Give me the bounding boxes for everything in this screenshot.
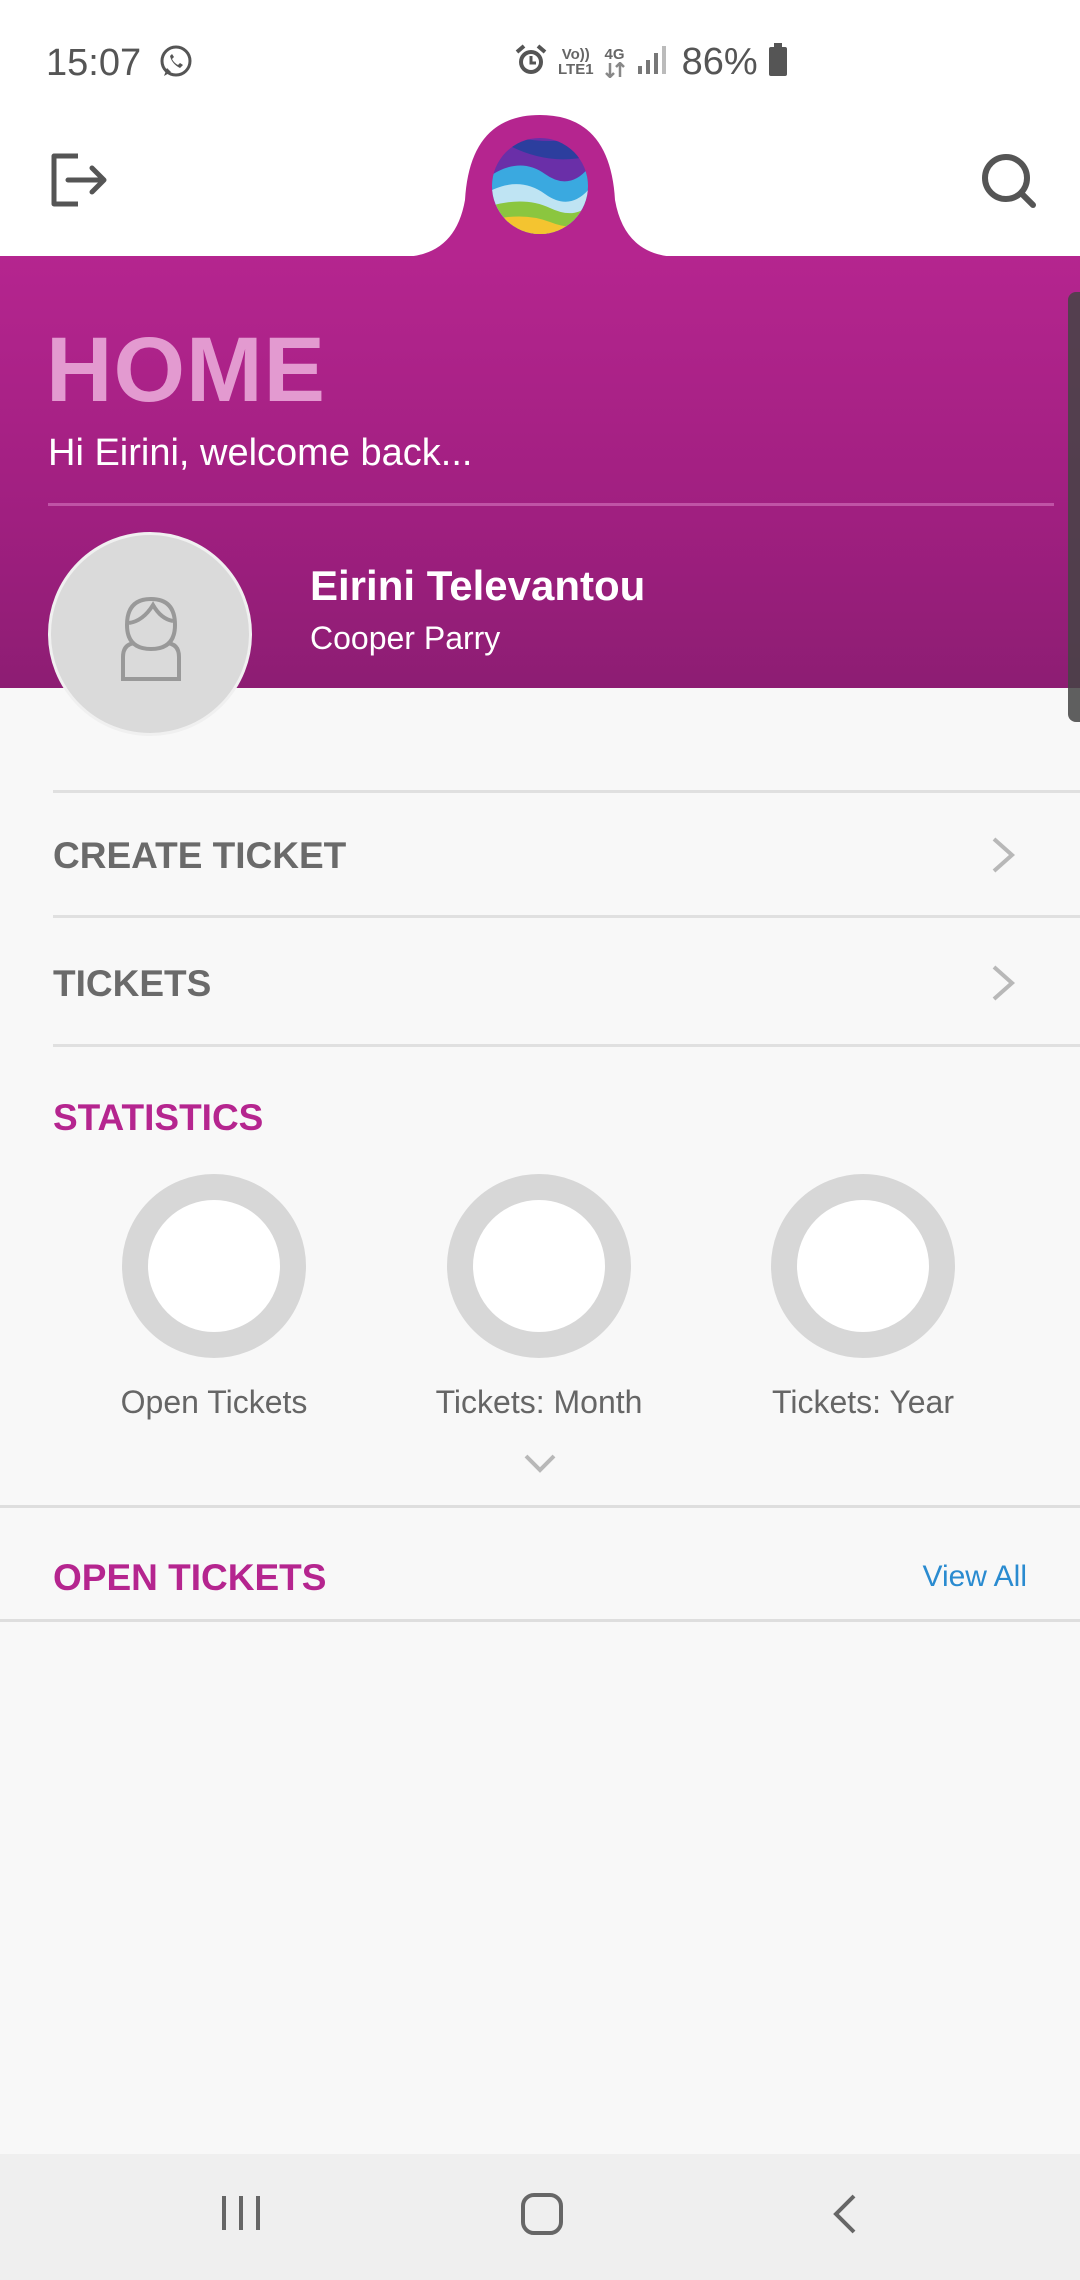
whatsapp-icon: [158, 44, 194, 80]
network-type-label: 4G: [604, 45, 625, 63]
back-icon[interactable]: [830, 2192, 860, 2241]
network-type-indicator: 4G: [604, 47, 626, 78]
stat-label: Tickets: Year: [771, 1384, 954, 1420]
view-all-link[interactable]: View All: [922, 1560, 1027, 1594]
tickets-row[interactable]: TICKETS: [53, 921, 1080, 1046]
signal-icon: [636, 44, 666, 81]
open-tickets-title: OPEN TICKETS: [53, 1557, 327, 1598]
user-company: Cooper Parry: [310, 620, 501, 656]
divider: [0, 1505, 1080, 1508]
stat-tickets-month[interactable]: Tickets: Month: [389, 1174, 689, 1421]
status-icons: Vo)) LTE1 4G 86%: [514, 40, 788, 84]
divider: [53, 915, 1080, 918]
chevron-right-icon: [990, 963, 1016, 1003]
volte-label: Vo)): [561, 46, 590, 63]
home-icon[interactable]: [520, 2192, 564, 2241]
stat-open-tickets[interactable]: Open Tickets: [64, 1174, 364, 1421]
stat-ring: [447, 1174, 631, 1358]
statistics-title: STATISTICS: [53, 1097, 264, 1138]
tickets-label: TICKETS: [53, 963, 212, 1004]
stat-tickets-year[interactable]: Tickets: Year: [713, 1174, 1013, 1421]
status-time: 15:07: [46, 42, 142, 84]
battery-icon: [768, 42, 788, 82]
user-placeholder-icon: [121, 596, 181, 681]
logout-icon[interactable]: [48, 150, 108, 210]
recent-apps-icon[interactable]: [220, 2192, 262, 2239]
divider: [53, 1044, 1080, 1047]
scroll-indicator[interactable]: [1068, 292, 1080, 722]
stat-label: Tickets: Month: [435, 1384, 643, 1420]
volte-indicator: Vo)) LTE1: [558, 47, 594, 77]
create-ticket-label: CREATE TICKET: [53, 835, 347, 876]
alarm-icon: [514, 43, 548, 82]
stat-ring: [122, 1174, 306, 1358]
banner-divider: [48, 503, 1054, 506]
create-ticket-row[interactable]: CREATE TICKET: [53, 793, 1080, 918]
page-title: HOME: [46, 319, 326, 421]
app-logo[interactable]: [490, 136, 590, 236]
battery-percent: 86%: [681, 40, 758, 83]
search-icon[interactable]: [980, 152, 1036, 208]
chevron-right-icon: [990, 835, 1016, 875]
avatar[interactable]: [48, 532, 252, 736]
welcome-text: Hi Eirini, welcome back...: [48, 432, 473, 474]
stat-label: Open Tickets: [120, 1384, 308, 1420]
status-bar: 15:07 Vo)) LTE1 4G 86%: [0, 0, 1080, 120]
chevron-down-icon[interactable]: [523, 1452, 557, 1474]
lte-label: LTE1: [558, 61, 594, 78]
stat-ring: [771, 1174, 955, 1358]
user-name: Eirini Televantou: [310, 562, 646, 609]
system-nav-bar: [0, 2154, 1080, 2280]
divider: [0, 1619, 1080, 1622]
